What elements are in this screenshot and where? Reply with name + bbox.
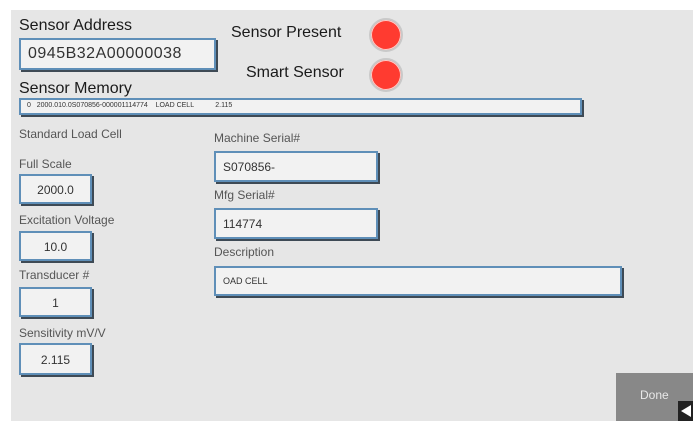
mfg-serial-label: Mfg Serial# [214, 188, 275, 202]
sensor-memory-label: Sensor Memory [19, 80, 132, 97]
description-field[interactable]: OAD CELL [214, 266, 622, 296]
smart-sensor-indicator [369, 58, 403, 92]
description-label: Description [214, 245, 275, 259]
smart-sensor-label: Smart Sensor [246, 64, 344, 81]
excitation-voltage-field[interactable]: 10.0 [19, 231, 92, 261]
transducer-number-field[interactable]: 1 [19, 287, 92, 317]
full-scale-label: Full Scale [19, 157, 72, 171]
sensor-address-field[interactable]: 0945B32A00000038 [19, 38, 216, 70]
transducer-number-label: Transducer # [19, 268, 90, 282]
excitation-voltage-label: Excitation Voltage [19, 213, 115, 227]
resize-corner[interactable] [678, 401, 693, 421]
machine-serial-label: Machine Serial# [214, 131, 301, 145]
full-scale-field[interactable]: 2000.0 [19, 174, 92, 204]
sensor-address-label: Sensor Address [19, 17, 132, 34]
sensor-present-indicator [369, 18, 403, 52]
mfg-serial-field[interactable]: 114774 [214, 208, 378, 239]
sensor-memory-field[interactable]: 0 2000.010.0S070856-000001114774 LOAD CE… [19, 98, 582, 115]
sensitivity-label: Sensitivity mV/V [19, 326, 106, 340]
sensor-present-label: Sensor Present [231, 24, 342, 41]
machine-serial-field[interactable]: S070856- [214, 151, 378, 182]
sensitivity-field[interactable]: 2.115 [19, 343, 92, 375]
load-cell-type-label: Standard Load Cell [19, 127, 122, 141]
